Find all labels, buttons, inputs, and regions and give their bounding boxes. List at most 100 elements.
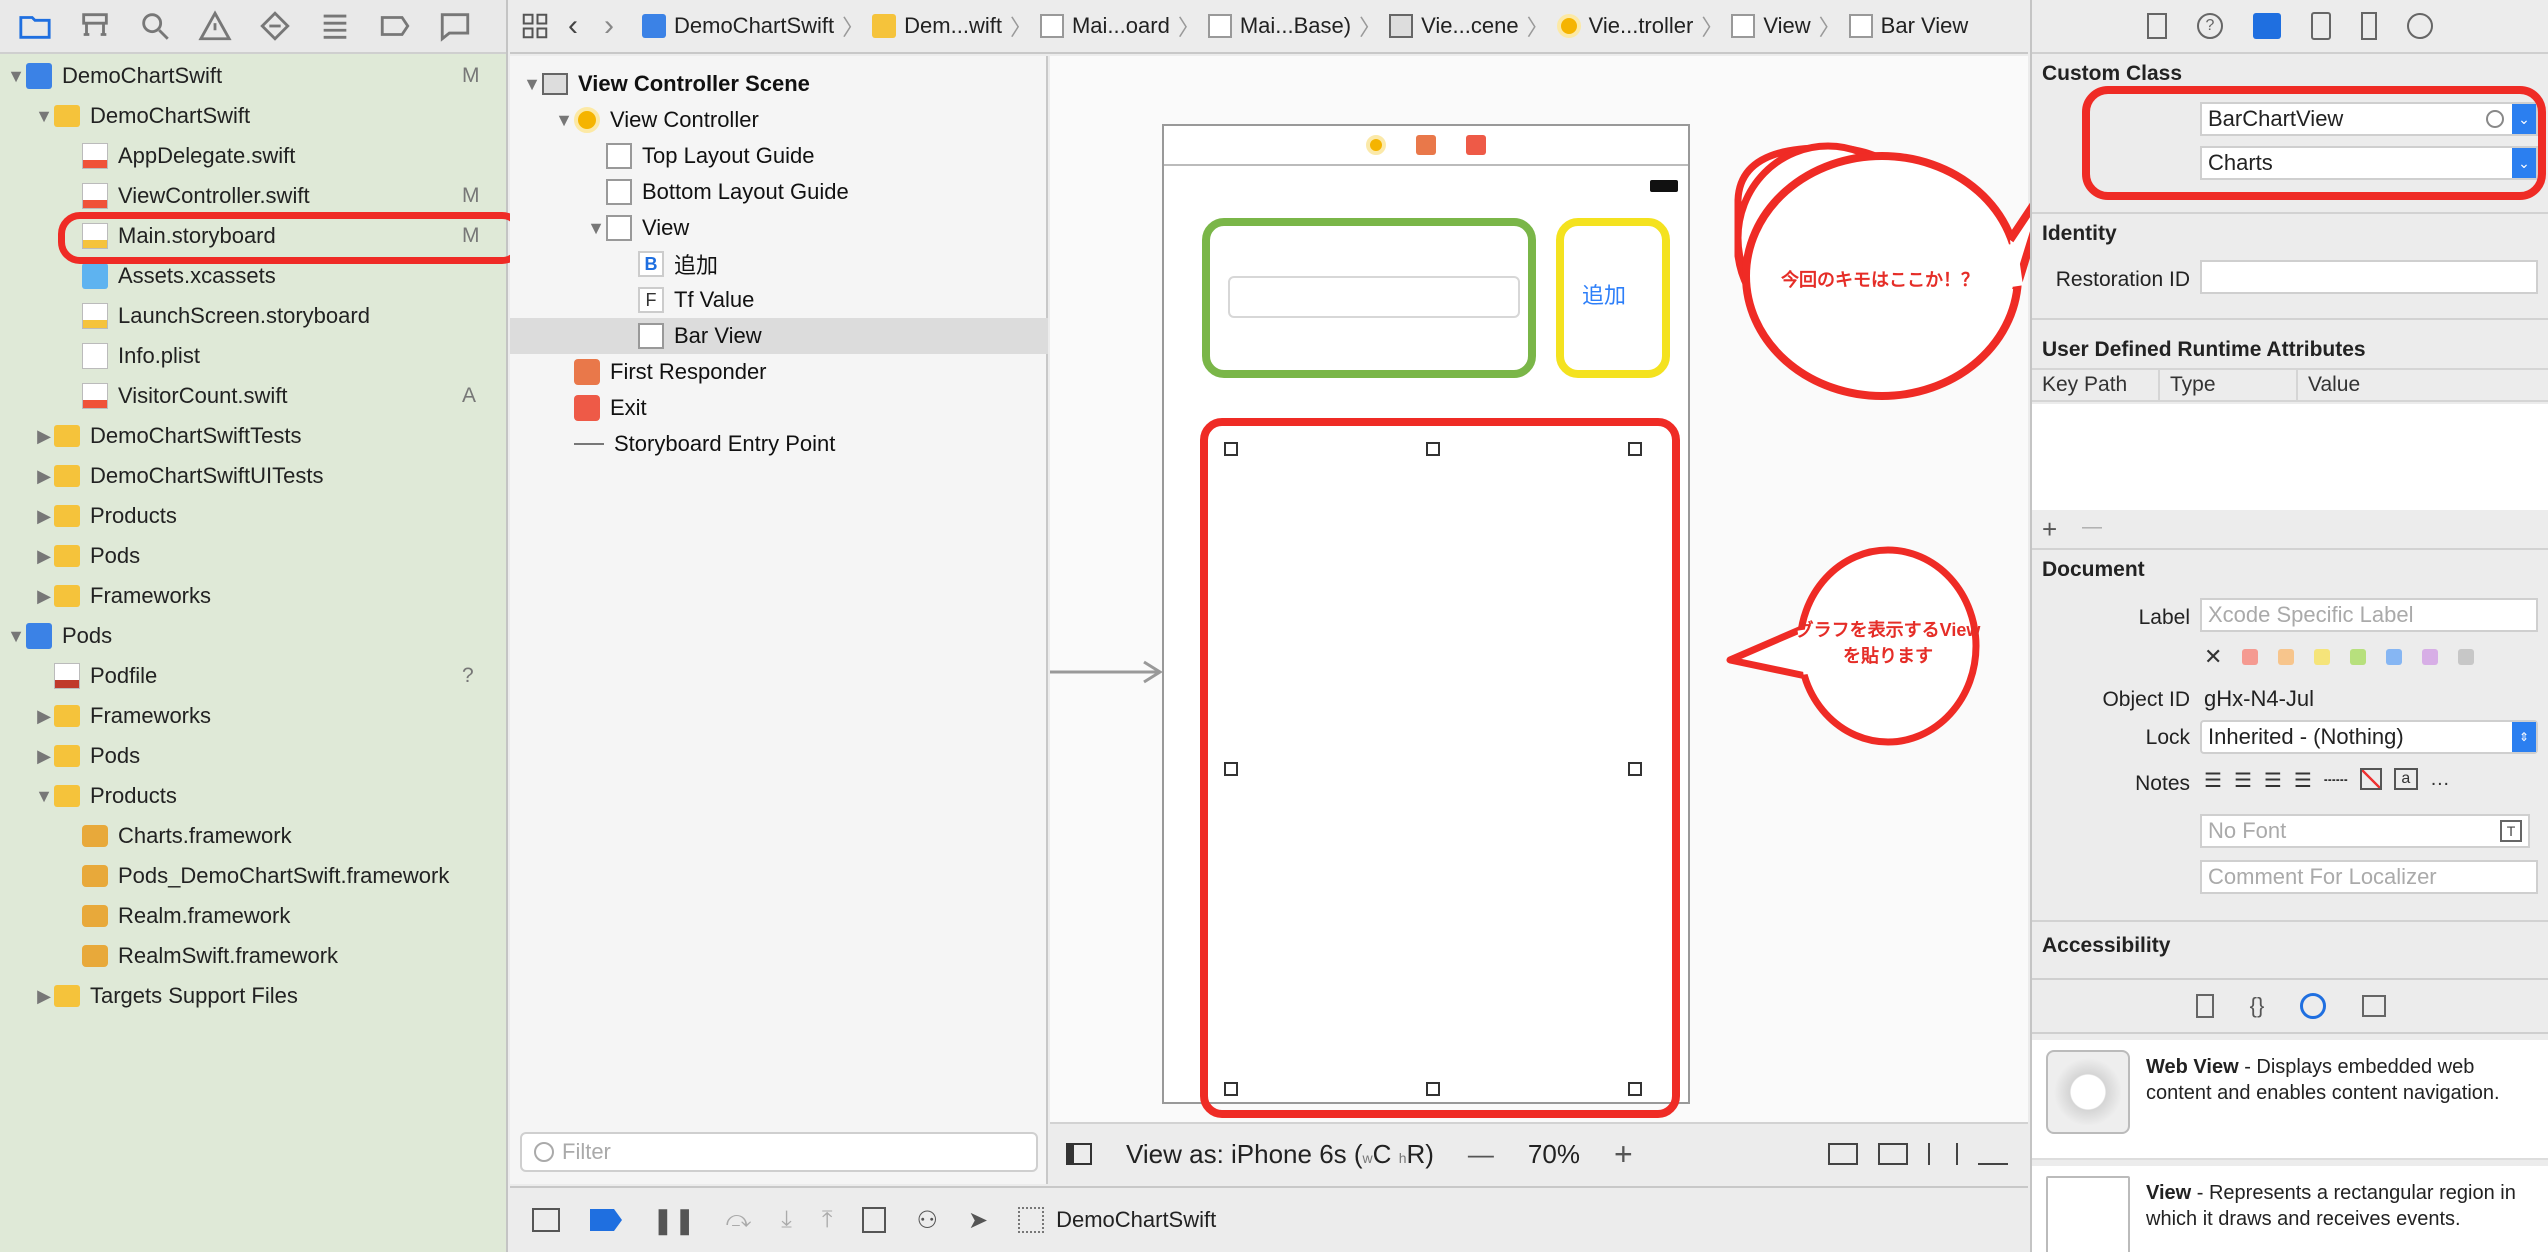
disclosure-open-icon[interactable]: ▼: [6, 66, 26, 86]
zoom-in-button[interactable]: +: [1614, 1136, 1633, 1173]
toggle-outline-icon[interactable]: [1066, 1143, 1092, 1165]
view-as-label[interactable]: View as: iPhone 6s (wC hR): [1126, 1139, 1434, 1170]
navigator-item[interactable]: Charts.framework: [0, 816, 506, 856]
outline-item[interactable]: ▼ View: [510, 210, 1048, 246]
folder-icon[interactable]: [18, 9, 52, 43]
runtime-attributes-table[interactable]: [2032, 404, 2548, 510]
back-chevron-icon[interactable]: ‹: [568, 9, 578, 43]
resolve-icon[interactable]: [1978, 1143, 2008, 1165]
step-over-icon[interactable]: ⤼: [726, 1206, 752, 1234]
navigator-item[interactable]: ▼ DemoChartSwift M: [0, 56, 506, 96]
breakpoint-icon[interactable]: [378, 9, 412, 43]
disclosure-closed-icon[interactable]: ▶: [34, 466, 54, 486]
blue-swatch[interactable]: [2386, 649, 2403, 665]
hide-debug-icon[interactable]: [532, 1208, 560, 1232]
more-icon[interactable]: …: [2430, 768, 2450, 793]
navigator-item[interactable]: ViewController.swift M: [0, 176, 506, 216]
pin-icon[interactable]: [1928, 1143, 1958, 1165]
zoom-out-button[interactable]: —: [1468, 1139, 1494, 1170]
outline-item[interactable]: First Responder: [510, 354, 1048, 390]
location-icon[interactable]: ➤: [968, 1206, 988, 1235]
navigator-item[interactable]: LaunchScreen.storyboard: [0, 296, 506, 336]
disclosure-closed-icon[interactable]: ▶: [34, 506, 54, 526]
disclosure-open-icon[interactable]: ▼: [34, 786, 54, 806]
outline-item[interactable]: Bar View: [510, 318, 1048, 354]
search-icon[interactable]: [138, 9, 172, 43]
report-icon[interactable]: [438, 9, 472, 43]
orange-swatch[interactable]: [2278, 649, 2295, 665]
outline-item[interactable]: F Tf Value: [510, 282, 1048, 318]
align-center-icon[interactable]: ☰: [2234, 768, 2252, 793]
navigator-item[interactable]: ▶ DemoChartSwiftTests: [0, 416, 506, 456]
identity-inspector-icon[interactable]: [2253, 13, 2281, 39]
natural-align-icon[interactable]: ┄┄: [2324, 768, 2348, 793]
disclosure-open-icon[interactable]: ▼: [34, 106, 54, 126]
breadcrumb-item[interactable]: Bar View: [1843, 13, 1975, 39]
breadcrumb-item[interactable]: View: [1725, 13, 1816, 39]
font-field[interactable]: No Font T: [2200, 814, 2530, 848]
align-right-icon[interactable]: ☰: [2264, 768, 2282, 793]
navigator-item[interactable]: ▶ Pods: [0, 536, 506, 576]
navigator-item[interactable]: ▶ Products: [0, 496, 506, 536]
remove-attribute-button[interactable]: —: [2082, 516, 2102, 539]
disclosure-closed-icon[interactable]: ▶: [34, 706, 54, 726]
text-color-icon[interactable]: a: [2393, 768, 2418, 790]
stack-icon[interactable]: [1878, 1143, 1908, 1165]
outline-item[interactable]: Storyboard Entry Point: [510, 426, 1048, 462]
breakpoints-toggle-icon[interactable]: [590, 1209, 622, 1231]
navigator-item[interactable]: AppDelegate.swift: [0, 136, 506, 176]
navigator-item[interactable]: ▶ DemoChartSwiftUITests: [0, 456, 506, 496]
outline-item[interactable]: B 追加: [510, 246, 1048, 282]
view-debugger-icon[interactable]: [862, 1207, 887, 1233]
disclosure-closed-icon[interactable]: ▶: [34, 986, 54, 1006]
purple-swatch[interactable]: [2422, 649, 2439, 665]
test-icon[interactable]: [258, 9, 292, 43]
yellow-swatch[interactable]: [2314, 649, 2331, 665]
clear-color-icon[interactable]: ✕: [2204, 644, 2222, 670]
lock-popup[interactable]: Inherited - (Nothing) ⇕: [2200, 720, 2538, 754]
navigator-item[interactable]: ▼ Products: [0, 776, 506, 816]
disclosure-closed-icon[interactable]: ▶: [34, 746, 54, 766]
media-library-icon[interactable]: [2362, 995, 2387, 1017]
disclosure-open-icon[interactable]: ▼: [586, 218, 606, 238]
outline-item[interactable]: ▼ View Controller: [510, 102, 1048, 138]
gray-swatch[interactable]: [2458, 649, 2475, 665]
library-item[interactable]: View - Represents a rectangular region i…: [2032, 1166, 2548, 1252]
outline-item[interactable]: Bottom Layout Guide: [510, 174, 1048, 210]
navigator-item[interactable]: Realm.framework: [0, 896, 506, 936]
red-swatch[interactable]: [2242, 649, 2259, 665]
pause-icon[interactable]: ❚❚: [652, 1205, 696, 1236]
font-picker-icon[interactable]: T: [2500, 820, 2522, 842]
filter-field[interactable]: Filter: [520, 1132, 1038, 1172]
add-attribute-button[interactable]: +: [2042, 514, 2057, 545]
comment-localizer-field[interactable]: Comment For Localizer: [2200, 860, 2538, 894]
breadcrumb-item[interactable]: Vie...troller: [1551, 13, 1700, 39]
size-inspector-icon[interactable]: [2361, 12, 2377, 40]
navigator-item[interactable]: ▼ Pods: [0, 616, 506, 656]
navigator-item[interactable]: Info.plist: [0, 336, 506, 376]
connections-inspector-icon[interactable]: [2407, 13, 2433, 39]
debug-icon[interactable]: [318, 9, 352, 43]
navigator-item[interactable]: Podfile?: [0, 656, 506, 696]
restoration-id-field[interactable]: [2200, 260, 2538, 294]
navigator-item[interactable]: ▶ Pods: [0, 736, 506, 776]
hierarchy-icon[interactable]: [78, 9, 112, 43]
disclosure-open-icon[interactable]: ▼: [6, 626, 26, 646]
breadcrumb-item[interactable]: DemoChartSwift: [636, 13, 840, 39]
step-in-icon[interactable]: ⤓: [781, 1206, 792, 1234]
breadcrumb-item[interactable]: Mai...Base): [1202, 13, 1357, 39]
code-snippet-icon[interactable]: {}: [2250, 993, 2265, 1019]
navigator-item[interactable]: ▶ Targets Support Files: [0, 976, 506, 1016]
object-library-icon[interactable]: [2300, 993, 2327, 1019]
help-inspector-icon[interactable]: ?: [2197, 13, 2223, 39]
warning-icon[interactable]: [198, 9, 232, 43]
file-inspector-icon[interactable]: [2147, 13, 2167, 39]
disclosure-open-icon[interactable]: ▼: [554, 110, 574, 130]
disclosure-closed-icon[interactable]: ▶: [34, 586, 54, 606]
lock-stepper-icon[interactable]: ⇕: [2512, 722, 2536, 752]
align-left-icon[interactable]: ☰: [2204, 768, 2222, 793]
navigator-item[interactable]: RealmSwift.framework: [0, 936, 506, 976]
navigator-item[interactable]: ▶ Frameworks: [0, 576, 506, 616]
navigator-item[interactable]: ▶ Frameworks: [0, 696, 506, 736]
embed-icon[interactable]: [1828, 1143, 1858, 1165]
